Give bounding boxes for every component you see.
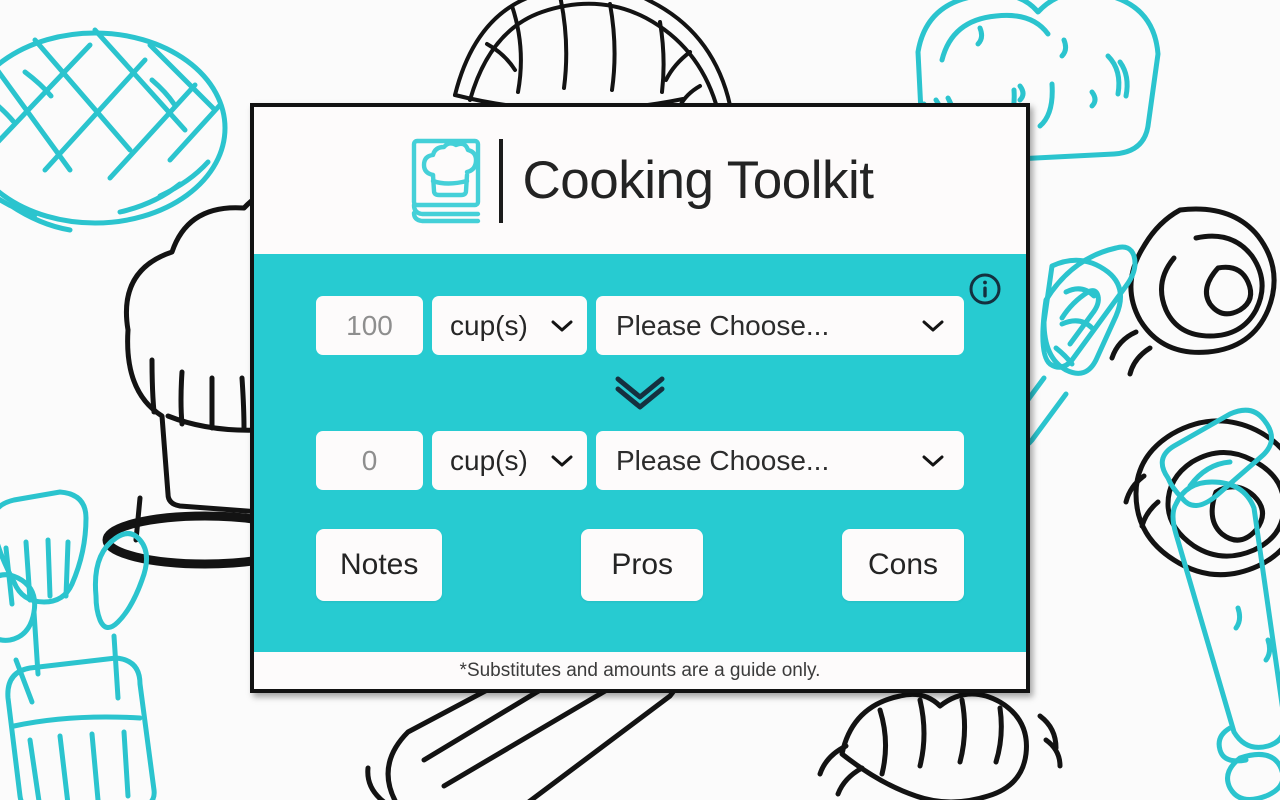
converter-panel: cup(s) Please Choose... <box>254 254 1026 652</box>
action-button-row: Notes Pros Cons <box>316 529 964 601</box>
app-window: Cooking Toolkit cup(s) Please Choose <box>250 103 1030 693</box>
from-ingredient-select[interactable]: Please Choose... <box>596 296 964 355</box>
app-footer: *Substitutes and amounts are a guide onl… <box>254 652 1026 689</box>
info-circle-icon[interactable] <box>968 272 1002 306</box>
chevron-down-icon <box>922 455 944 466</box>
to-unit-value: cup(s) <box>450 444 528 476</box>
to-amount-input[interactable] <box>316 431 423 490</box>
app-header: Cooking Toolkit <box>254 107 1026 254</box>
chevron-down-icon <box>551 455 573 466</box>
from-unit-select[interactable]: cup(s) <box>432 296 587 355</box>
brand-divider <box>498 138 503 223</box>
desktop: Cooking Toolkit cup(s) Please Choose <box>0 0 1280 800</box>
double-chevron-down-icon[interactable] <box>612 373 668 411</box>
to-ingredient-value: Please Choose... <box>616 444 830 476</box>
cons-button[interactable]: Cons <box>842 529 964 601</box>
chevron-down-icon <box>922 320 944 331</box>
page-title: Cooking Toolkit <box>522 151 874 210</box>
swap-arrow-wrap <box>316 373 964 411</box>
from-row: cup(s) Please Choose... <box>316 296 964 355</box>
chevron-down-icon <box>551 320 573 331</box>
disclaimer-note: *Substitutes and amounts are a guide onl… <box>459 659 821 681</box>
from-ingredient-value: Please Choose... <box>616 309 830 341</box>
notes-button[interactable]: Notes <box>316 529 443 601</box>
from-amount-input[interactable] <box>316 296 423 355</box>
to-row: cup(s) Please Choose... <box>316 431 964 490</box>
to-unit-select[interactable]: cup(s) <box>432 431 587 490</box>
pros-button[interactable]: Pros <box>581 529 704 601</box>
to-ingredient-select[interactable]: Please Choose... <box>596 431 964 490</box>
from-unit-value: cup(s) <box>450 309 528 341</box>
cookbook-chef-hat-icon <box>411 138 480 223</box>
